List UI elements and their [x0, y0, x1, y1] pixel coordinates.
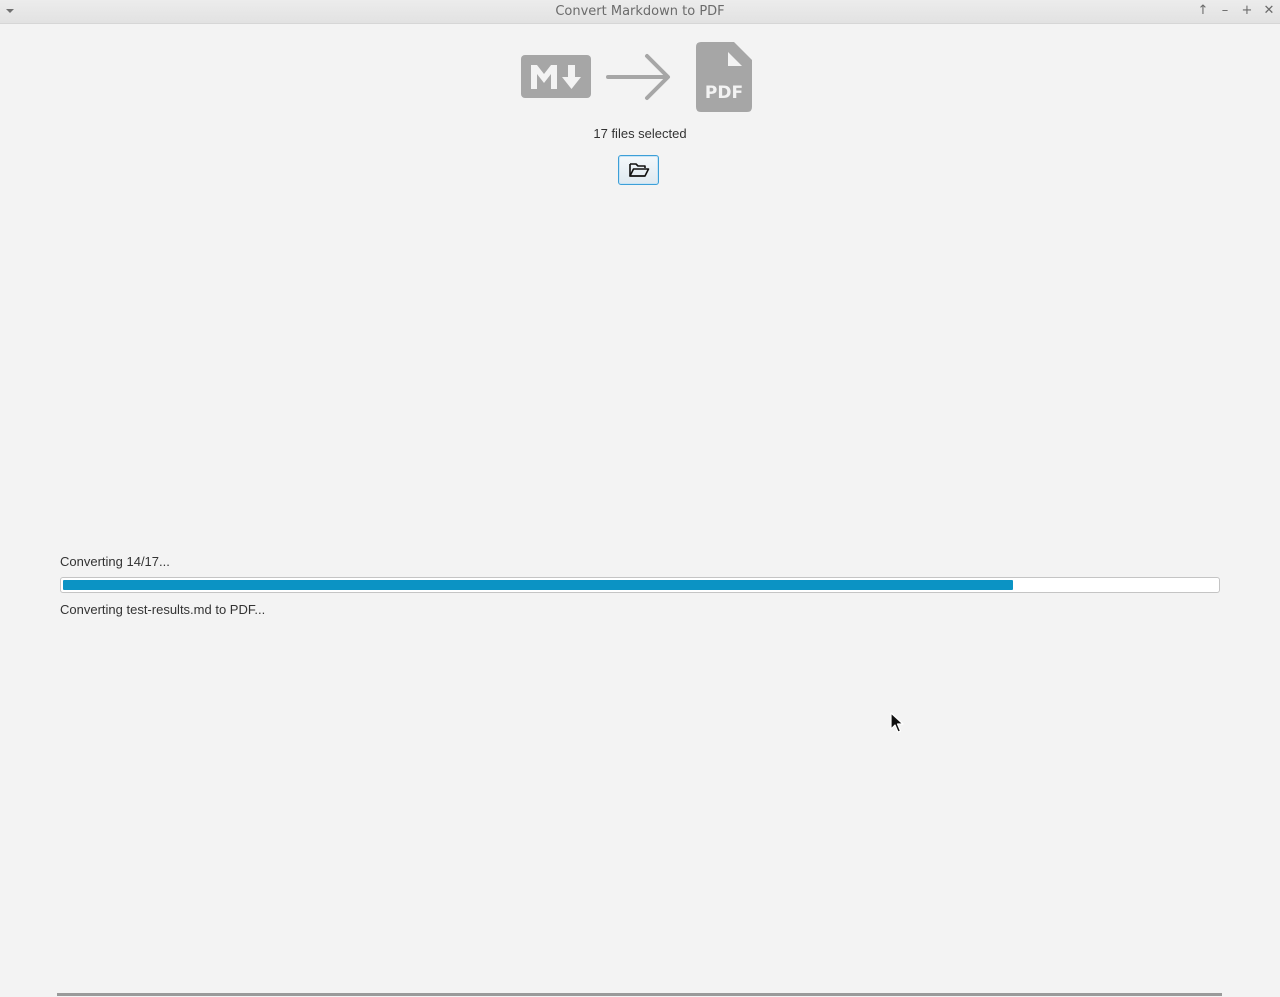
markdown-icon: [521, 55, 591, 98]
window-title: Convert Markdown to PDF: [555, 4, 725, 19]
pdf-label: PDF: [705, 83, 743, 103]
conversion-count-status: Converting 14/17...: [60, 554, 170, 569]
arrow-right-icon: [606, 54, 670, 100]
close-icon[interactable]: ✕: [1262, 4, 1276, 18]
current-file-status: Converting test-results.md to PDF...: [60, 602, 266, 617]
progress-fill: [63, 580, 1013, 590]
open-files-button[interactable]: [618, 155, 659, 185]
title-bar: Convert Markdown to PDF ↑ – + ✕: [0, 0, 1280, 24]
files-selected-label: 17 files selected: [593, 126, 687, 141]
conversion-graphic: PDF: [520, 41, 760, 113]
bottom-divider: [57, 993, 1222, 996]
up-arrow-icon[interactable]: ↑: [1196, 4, 1210, 18]
minimize-icon[interactable]: –: [1218, 4, 1232, 18]
pdf-file-icon: PDF: [696, 42, 752, 112]
conversion-progress-bar: [60, 577, 1220, 593]
app-window: Convert Markdown to PDF ↑ – + ✕ PDF 17 f…: [0, 0, 1280, 997]
folder-open-icon: [628, 163, 649, 177]
maximize-icon[interactable]: +: [1240, 4, 1254, 18]
mouse-cursor-icon: [890, 712, 904, 739]
